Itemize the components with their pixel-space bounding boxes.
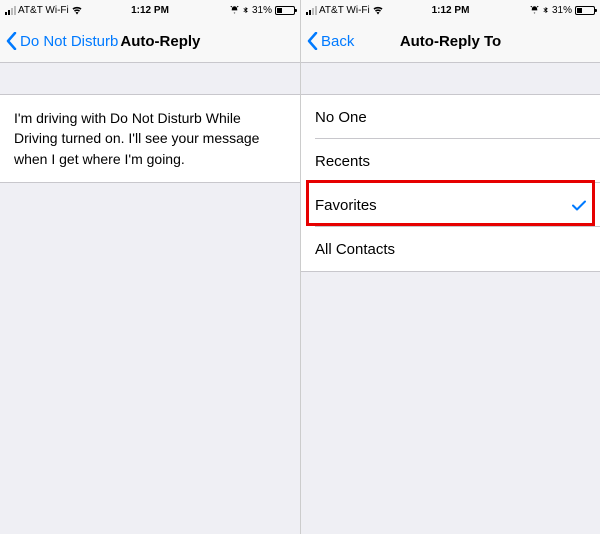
back-label: Do Not Disturb — [20, 33, 118, 50]
option-recents[interactable]: Recents — [301, 139, 600, 183]
status-time: 1:12 PM — [131, 5, 169, 16]
auto-reply-message-text: I'm driving with Do Not Disturb While Dr… — [14, 110, 259, 167]
chevron-left-icon — [307, 32, 318, 50]
back-label: Back — [321, 33, 354, 50]
option-favorites[interactable]: Favorites — [301, 183, 600, 227]
section-spacer — [0, 63, 300, 94]
wifi-icon — [71, 5, 83, 15]
back-button[interactable]: Back — [307, 32, 354, 50]
battery-percent: 31% — [252, 5, 272, 16]
status-bar: AT&T Wi-Fi 1:12 PM 31% — [0, 0, 300, 20]
nav-bar: Back Auto-Reply To — [301, 20, 600, 63]
status-time: 1:12 PM — [432, 5, 470, 16]
option-no-one[interactable]: No One — [301, 95, 600, 139]
option-label: Recents — [315, 153, 370, 170]
carrier-label: AT&T Wi-Fi — [18, 5, 69, 16]
nav-title: Auto-Reply — [120, 33, 200, 50]
signal-icon — [5, 5, 16, 15]
section-spacer — [301, 63, 600, 94]
alarm-icon — [530, 5, 539, 15]
screenshot-right-auto-reply-to: AT&T Wi-Fi 1:12 PM 31% Back Auto-Reply T… — [300, 0, 600, 534]
auto-reply-message-cell[interactable]: I'm driving with Do Not Disturb While Dr… — [0, 94, 300, 183]
battery-icon — [275, 6, 295, 15]
screenshot-left-auto-reply: AT&T Wi-Fi 1:12 PM 31% Do Not Disturb Au… — [0, 0, 300, 534]
option-label: Favorites — [315, 197, 377, 214]
back-button[interactable]: Do Not Disturb — [6, 32, 118, 50]
option-label: All Contacts — [315, 241, 395, 258]
battery-icon — [575, 6, 595, 15]
status-right: 31% — [530, 5, 595, 16]
nav-title: Auto-Reply To — [400, 33, 501, 50]
bluetooth-icon — [542, 5, 549, 16]
signal-icon — [306, 5, 317, 15]
bluetooth-icon — [242, 5, 249, 16]
auto-reply-to-list: No One Recents Favorites All Contacts — [301, 94, 600, 272]
alarm-icon — [230, 5, 239, 15]
status-right: 31% — [230, 5, 295, 16]
status-bar: AT&T Wi-Fi 1:12 PM 31% — [301, 0, 600, 20]
carrier-label: AT&T Wi-Fi — [319, 5, 370, 16]
nav-bar: Do Not Disturb Auto-Reply — [0, 20, 300, 63]
option-label: No One — [315, 109, 367, 126]
wifi-icon — [372, 5, 384, 15]
chevron-left-icon — [6, 32, 17, 50]
battery-percent: 31% — [552, 5, 572, 16]
checkmark-icon — [572, 200, 586, 211]
status-left: AT&T Wi-Fi — [306, 5, 384, 16]
status-left: AT&T Wi-Fi — [5, 5, 83, 16]
option-all-contacts[interactable]: All Contacts — [301, 227, 600, 271]
